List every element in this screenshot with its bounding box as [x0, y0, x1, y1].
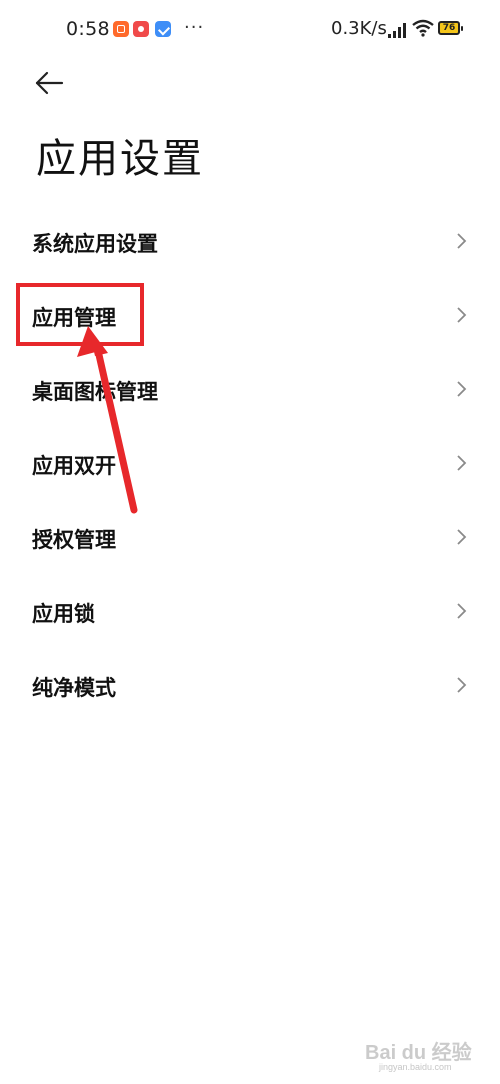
- menu-item-label: 应用双开: [32, 454, 116, 478]
- wifi-icon: [412, 19, 434, 37]
- chevron-right-icon: [457, 677, 467, 693]
- taobao-app-icon: [113, 21, 129, 37]
- menu-item-label: 系统应用设置: [32, 232, 158, 256]
- cell-signal-icon: [388, 22, 406, 38]
- status-bar: 0:58 ··· 0.3K/s 76: [0, 0, 500, 60]
- page-title: 应用设置: [36, 136, 204, 182]
- menu-item-app-lock[interactable]: 应用锁: [0, 574, 500, 648]
- menu-item-permission-management[interactable]: 授权管理: [0, 500, 500, 574]
- baidu-jingyan-watermark: Bai du 经验 jingyan.baidu.com: [365, 1036, 485, 1076]
- chevron-right-icon: [457, 455, 467, 471]
- watermark-text: Bai du 经验: [365, 1042, 472, 1064]
- annotation-highlight-box: [16, 283, 144, 346]
- chevron-right-icon: [457, 603, 467, 619]
- menu-item-desktop-icon-management[interactable]: 桌面图标管理: [0, 352, 500, 426]
- chevron-right-icon: [457, 233, 467, 249]
- store-app-icon: [155, 21, 171, 37]
- menu-item-pure-mode[interactable]: 纯净模式: [0, 648, 500, 722]
- more-notifications-icon: ···: [184, 17, 205, 38]
- chevron-right-icon: [457, 529, 467, 545]
- arrow-left-icon[interactable]: [30, 66, 70, 100]
- chevron-right-icon: [457, 307, 467, 323]
- record-app-icon: [133, 21, 149, 37]
- status-time: 0:58: [66, 18, 110, 40]
- menu-item-label: 桌面图标管理: [32, 380, 158, 404]
- menu-item-dual-apps[interactable]: 应用双开: [0, 426, 500, 500]
- battery-icon: 76: [438, 21, 463, 35]
- menu-item-label: 应用锁: [32, 602, 95, 626]
- network-speed: 0.3K/s: [331, 18, 387, 39]
- menu-item-system-app-settings[interactable]: 系统应用设置: [0, 204, 500, 278]
- chevron-right-icon: [457, 381, 467, 397]
- watermark-subtext: jingyan.baidu.com: [379, 1062, 452, 1072]
- menu-item-label: 授权管理: [32, 528, 116, 552]
- menu-item-label: 纯净模式: [32, 676, 116, 700]
